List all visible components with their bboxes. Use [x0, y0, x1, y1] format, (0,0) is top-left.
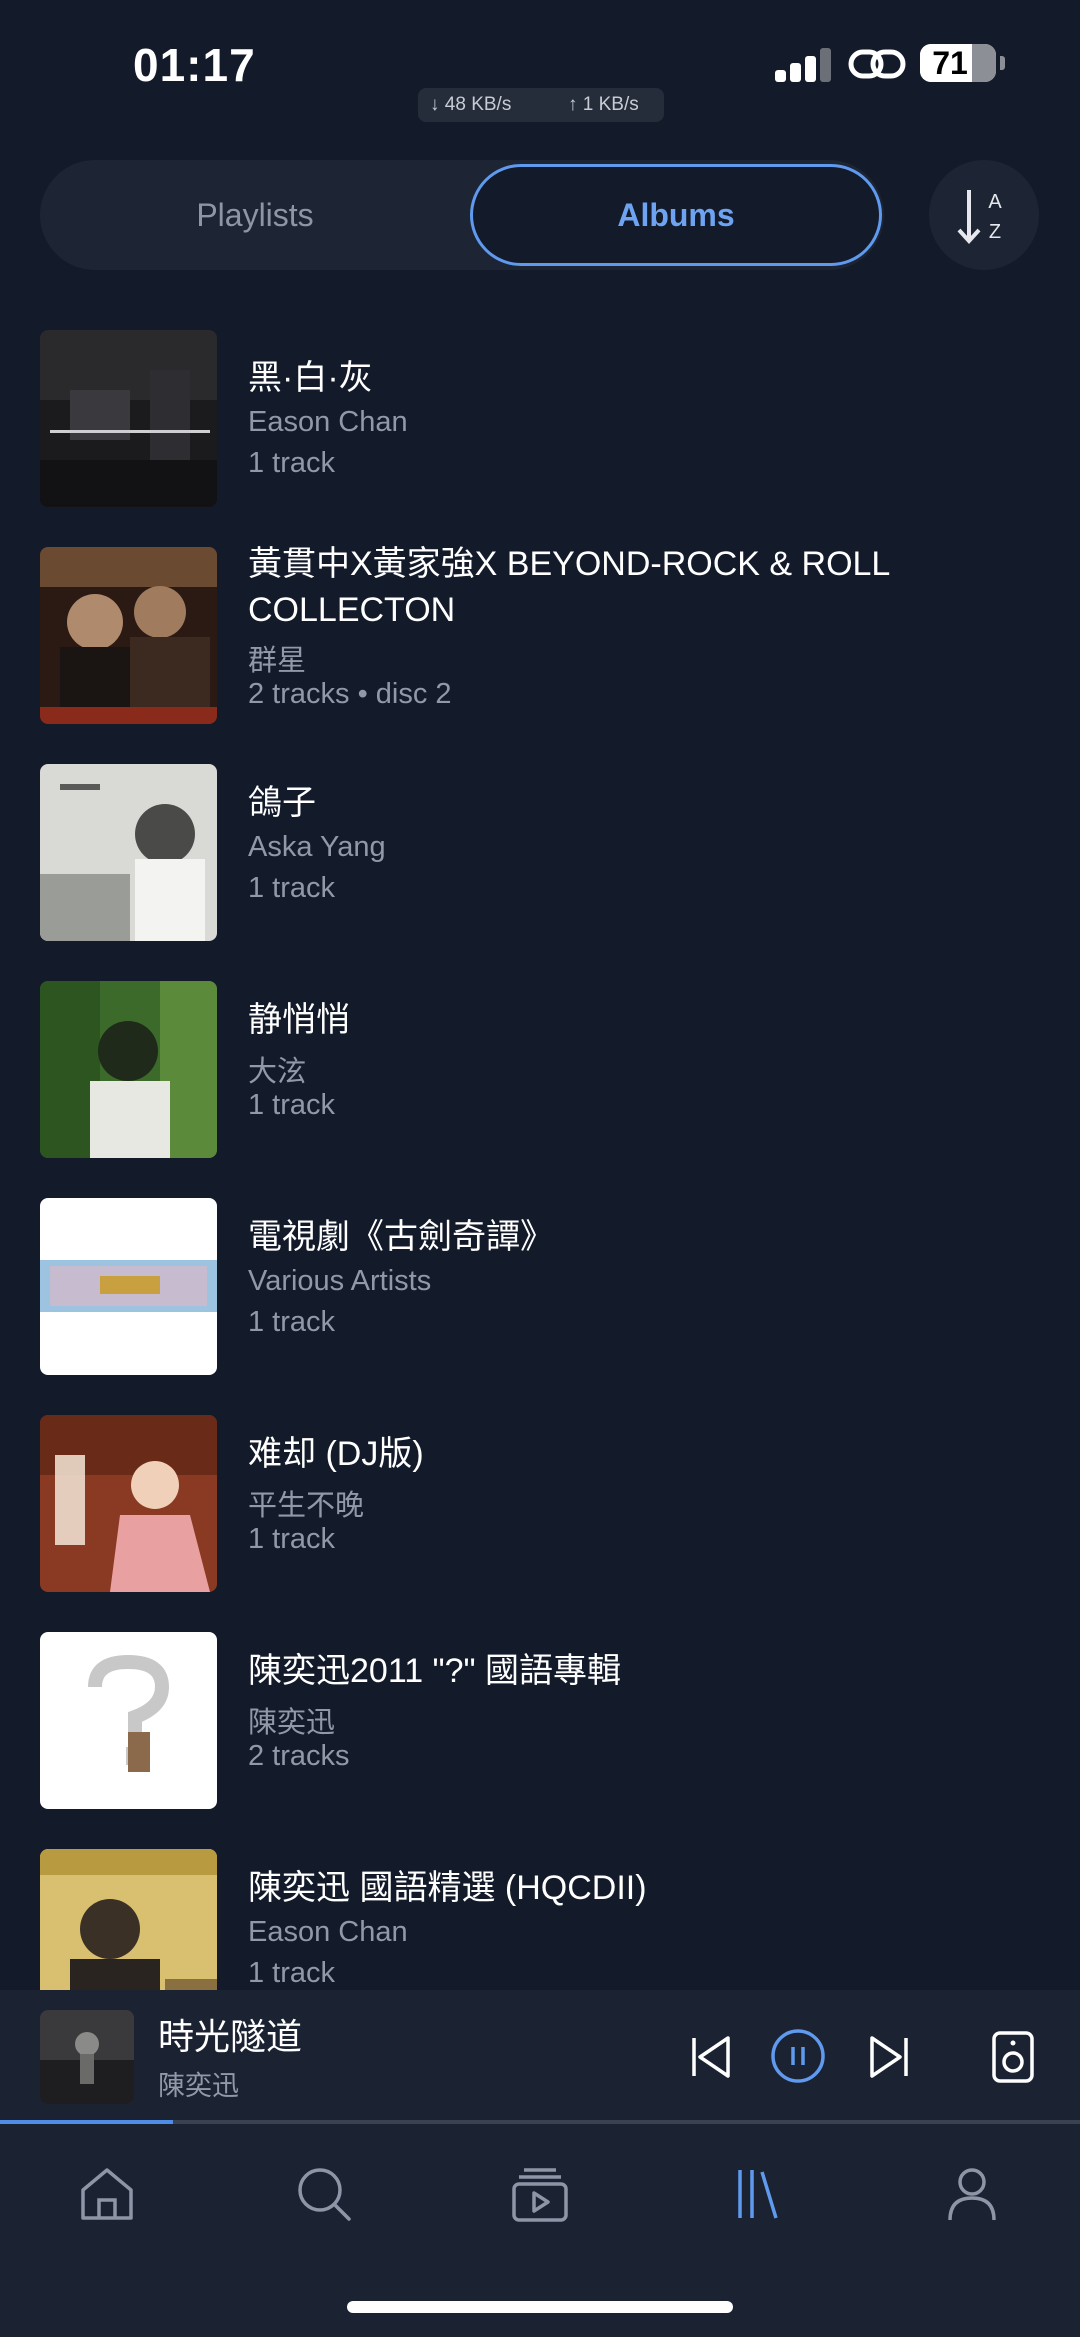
- album-cover: [40, 981, 217, 1158]
- album-cover: [40, 1632, 217, 1809]
- album-artist: Aska Yang: [248, 831, 386, 863]
- album-row[interactable]: 電視劇《古劍奇譚》 Various Artists 1 track: [0, 1188, 1080, 1405]
- home-icon[interactable]: [77, 2164, 137, 2224]
- album-title: 黑·白·灰: [248, 359, 373, 397]
- album-title: 黃貫中X黃家強X BEYOND-ROCK & ROLL COLLECTON: [248, 545, 890, 629]
- album-title: 鴿子: [248, 784, 316, 822]
- sort-letter-a: A: [988, 191, 1002, 213]
- network-speed-badge: ↓ 48 KB/s ↑ 1 KB/s: [418, 88, 664, 122]
- album-cover: [40, 764, 217, 941]
- album-track-count: 1 track: [248, 1306, 336, 1338]
- album-row[interactable]: 静悄悄 大泫 1 track: [0, 971, 1080, 1188]
- album-cover: [40, 1849, 217, 1992]
- now-playing-artist: 陳奕迅: [158, 2071, 239, 2101]
- album-cover: [40, 330, 217, 507]
- download-speed: ↓ 48 KB/s: [430, 94, 512, 115]
- album-cover: [40, 547, 217, 724]
- album-title: 電視劇《古劍奇譚》: [248, 1218, 554, 1256]
- battery-indicator: 71: [920, 44, 996, 82]
- sort-az-icon: A Z: [957, 190, 1002, 244]
- person-icon[interactable]: [942, 2164, 1002, 2224]
- now-playing-cover: [40, 2010, 134, 2104]
- video-library-icon[interactable]: [510, 2164, 570, 2224]
- previous-track-icon[interactable]: [686, 2032, 736, 2082]
- tab-playlists[interactable]: Playlists: [40, 160, 470, 270]
- album-artist: 群星: [248, 645, 307, 677]
- album-row[interactable]: 难却 (DJ版) 平生不晚 1 track: [0, 1405, 1080, 1622]
- cellular-signal-icon: [775, 48, 833, 82]
- speaker-output-icon[interactable]: [988, 2030, 1038, 2084]
- album-row[interactable]: 黃貫中X黃家強X BEYOND-ROCK & ROLL COLLECTON 群星…: [0, 537, 1080, 754]
- pause-button[interactable]: [770, 2028, 826, 2084]
- next-track-icon[interactable]: [864, 2032, 914, 2082]
- album-track-count: 2 tracks: [248, 1740, 350, 1772]
- album-track-count: 1 track: [248, 447, 336, 479]
- album-row[interactable]: 陳奕迅2011 "?" 國語專輯 陳奕迅 2 tracks: [0, 1622, 1080, 1839]
- music-library-screen: 01:17 71 ↓ 48 KB/s ↑ 1 KB/s Playlists Al…: [0, 0, 1080, 2337]
- album-title: 陳奕迅2011 "?" 國語專輯: [248, 1652, 622, 1690]
- library-segment-control: Playlists Albums: [40, 160, 884, 270]
- upload-speed: ↑ 1 KB/s: [568, 94, 639, 115]
- album-artist: Eason Chan: [248, 406, 408, 438]
- now-playing-title: 時光隧道: [158, 2016, 303, 2057]
- mini-player[interactable]: 時光隧道 陳奕迅: [0, 1990, 1080, 2120]
- album-title: 难却 (DJ版): [248, 1435, 424, 1473]
- album-list: 黑·白·灰 Eason Chan 1 track 黃貫中X黃家強X BEYOND…: [0, 320, 1080, 1992]
- album-row[interactable]: 鴿子 Aska Yang 1 track: [0, 754, 1080, 971]
- album-artist: 大泫: [248, 1056, 307, 1088]
- album-title: 静悄悄: [248, 1001, 350, 1039]
- album-row[interactable]: 黑·白·灰 Eason Chan 1 track: [0, 320, 1080, 537]
- home-indicator: [347, 2301, 733, 2313]
- album-artist: 陳奕迅: [248, 1707, 336, 1739]
- album-track-count: 2 tracks • disc 2: [248, 678, 452, 710]
- battery-level: 71: [932, 45, 968, 81]
- status-bar: 01:17 71 ↓ 48 KB/s ↑ 1 KB/s: [0, 0, 1080, 130]
- album-row[interactable]: 陳奕迅 國語精選 (HQCDII) Eason Chan 1 track: [0, 1839, 1080, 1992]
- battery-nub: [1000, 56, 1005, 70]
- clock: 01:17: [133, 39, 256, 91]
- link-icon: [848, 49, 906, 79]
- album-title: 陳奕迅 國語精選 (HQCDII): [248, 1869, 647, 1907]
- library-icon[interactable]: [726, 2164, 786, 2224]
- album-cover: [40, 1198, 217, 1375]
- album-track-count: 1 track: [248, 872, 336, 904]
- album-artist: Eason Chan: [248, 1916, 408, 1948]
- tab-albums[interactable]: Albums: [470, 164, 882, 266]
- album-track-count: 1 track: [248, 1957, 336, 1989]
- album-track-count: 1 track: [248, 1089, 336, 1121]
- album-track-count: 1 track: [248, 1523, 336, 1555]
- sort-letter-z: Z: [989, 221, 1001, 243]
- album-cover: [40, 1415, 217, 1592]
- album-artist: Various Artists: [248, 1265, 432, 1297]
- album-artist: 平生不晚: [248, 1490, 365, 1522]
- sort-button[interactable]: A Z: [929, 160, 1039, 270]
- search-icon[interactable]: [294, 2164, 354, 2224]
